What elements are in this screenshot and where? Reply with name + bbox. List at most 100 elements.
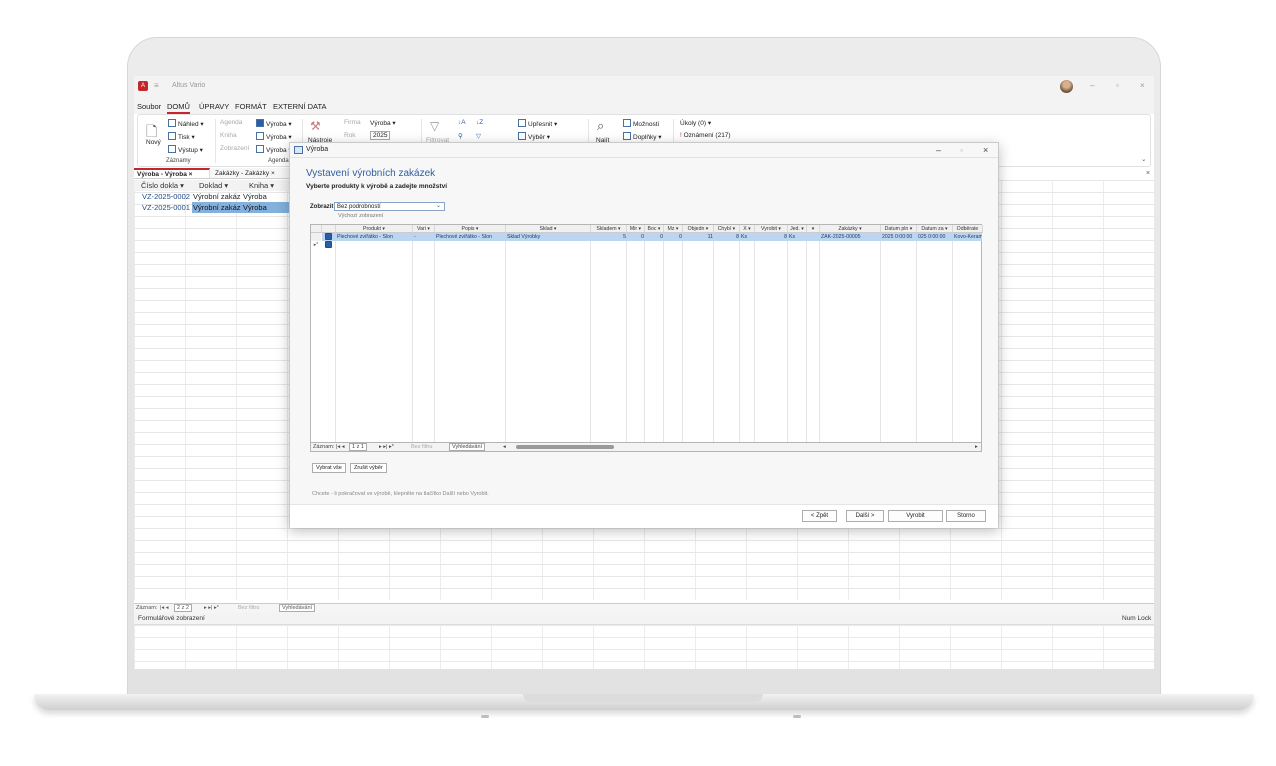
col-header-date-fulfil[interactable]: Datum pln ▾ [881, 225, 917, 233]
year-select[interactable]: 2025 [370, 131, 391, 140]
filter-toggle-icon[interactable]: ▽ [476, 132, 481, 140]
select-all-button[interactable]: Vybrat vše [312, 463, 346, 473]
doc-link[interactable]: VZ-2025-0001 [142, 203, 190, 212]
col-header-check[interactable] [322, 225, 336, 233]
tab-domu[interactable]: DOMŮ [167, 102, 190, 114]
scroll-right-icon[interactable]: ▸ [975, 444, 978, 450]
col-header-variant[interactable]: Vari ▾ [413, 225, 435, 233]
col-header-extra[interactable]: ▾ [807, 225, 820, 233]
table-cell: Výroba [243, 192, 267, 201]
close-all-icon[interactable]: × [1146, 170, 1150, 177]
table-cell: ZAK-2025-00005 [820, 233, 881, 241]
back-button[interactable]: < Zpět [802, 510, 837, 522]
agenda-select[interactable]: Výroba ▾ [256, 119, 292, 128]
clear-selection-button[interactable]: Zrušit výběr [350, 463, 387, 473]
col-header-customer[interactable]: Odběrate [953, 225, 983, 233]
col-header[interactable]: Doklad ▾ [192, 180, 242, 191]
maximize-button[interactable]: ▫ [1116, 81, 1119, 90]
new-row-checkbox[interactable] [325, 241, 332, 248]
no-filter-label[interactable]: Bez filtru [238, 605, 259, 611]
sort-desc-icon[interactable]: ↓Z [476, 119, 483, 126]
table-row[interactable]: VZ-2025-0002 Výrobní zakáz Výroba [134, 191, 294, 202]
close-button[interactable]: × [1140, 81, 1145, 90]
doc-link[interactable]: VZ-2025-0002 [142, 192, 190, 201]
laptop-notch [523, 694, 763, 702]
table-row[interactable]: VZ-2025-0001 Výrobní zakáz Výroba [134, 202, 294, 213]
print-button[interactable]: Tisk ▾ [168, 132, 195, 141]
col-header-product[interactable]: Produkt ▾ [336, 225, 413, 233]
produce-button[interactable]: Vyrobit [888, 510, 943, 522]
table-cell: Plechové zvířátko - Slon [435, 233, 506, 241]
nav-record-position[interactable]: 1 z 1 [349, 443, 367, 451]
filter-icon[interactable]: ▽ [430, 119, 439, 133]
book-select[interactable]: Výroba ▾ [256, 132, 292, 141]
nav-last-icon[interactable]: ▸ ▸| ▸* [379, 444, 394, 450]
col-header-description[interactable]: Popis ▾ [435, 225, 506, 233]
col-header-ordered[interactable]: Objedn ▾ [683, 225, 714, 233]
table-cell: Výroba [242, 202, 290, 213]
cancel-button[interactable]: Storno [946, 510, 986, 522]
nav-no-filter[interactable]: Bez filtru [411, 444, 432, 450]
row-checkbox[interactable] [325, 233, 332, 240]
minimize-button[interactable]: – [1090, 81, 1094, 90]
nav-last-icon[interactable]: ▸ ▸| ▸* [204, 605, 219, 611]
output-button[interactable]: Výstup ▾ [168, 145, 203, 154]
tab-soubor[interactable]: Soubor [137, 102, 161, 111]
show-select[interactable]: Bez podrobností ⌄ [334, 202, 445, 211]
selection-button[interactable]: Výběr ▾ [518, 132, 550, 141]
app-title: Altus Vario [172, 82, 206, 89]
filter-selection-icon[interactable]: ⚲ [458, 132, 463, 140]
new-button[interactable]: Nový [146, 139, 161, 146]
sort-asc-icon[interactable]: ↓A [458, 119, 466, 126]
tab-externi-data[interactable]: EXTERNÍ DATA [273, 102, 326, 111]
tab-vyroba[interactable]: Výroba - Výroba × [134, 168, 210, 178]
col-header-unit[interactable]: Jed. ▾ [788, 225, 807, 233]
col-header-warehouse[interactable]: Sklad ▾ [506, 225, 591, 233]
notifications-button[interactable]: ! Oznámení (217) [680, 132, 731, 139]
nav-search-box[interactable]: Vyhledávání [449, 443, 486, 451]
record-position[interactable]: 2 z 2 [174, 604, 192, 612]
col-header-boc[interactable]: Boc ▾ [645, 225, 664, 233]
selection-icon [518, 132, 526, 140]
quick-access-icon[interactable]: ≡ [154, 81, 159, 90]
col-header-min[interactable]: Mir ▾ [627, 225, 645, 233]
col-header-missing[interactable]: Chybí ▾ [714, 225, 740, 233]
user-avatar[interactable] [1060, 80, 1073, 93]
col-header-orders[interactable]: Zakázky ▾ [820, 225, 881, 233]
close-icon[interactable]: × [189, 171, 193, 178]
ribbon-collapse-icon[interactable]: ⌄ [1141, 155, 1146, 163]
scroll-left-icon[interactable]: ◂ [503, 444, 506, 450]
col-header-stock[interactable]: Skladem ▾ [591, 225, 627, 233]
col-header-date-order[interactable]: Datum za ▾ [917, 225, 953, 233]
horizontal-scrollbar-thumb[interactable] [516, 445, 614, 449]
next-button[interactable]: Další > [846, 510, 884, 522]
new-row-indicator[interactable]: ▸* [311, 241, 321, 249]
col-header-mz[interactable]: Mz ▾ [664, 225, 683, 233]
table-cell[interactable]: 8 [755, 233, 788, 241]
dialog-minimize-button[interactable]: – [936, 145, 941, 155]
tools-icon[interactable]: ⚒ [310, 119, 321, 133]
refine-button[interactable]: Upřesnit ▾ [518, 119, 557, 128]
addons-button[interactable]: Doplňky ▾ [623, 132, 662, 141]
col-header[interactable]: Kniha ▾ [242, 180, 290, 191]
tasks-button[interactable]: Úkoly (0) ▾ [680, 119, 711, 127]
view-select[interactable]: Výroba ▾ [256, 145, 292, 154]
col-header-produce[interactable]: Vyrobit ▾ [755, 225, 788, 233]
preview-button[interactable]: Náhled ▾ [168, 119, 204, 128]
nav-first-icon[interactable]: |◂ ◂ [160, 605, 168, 611]
tab-zakazky[interactable]: Zakázky - Zakázky × [212, 169, 294, 179]
tab-format[interactable]: FORMÁT [235, 102, 267, 111]
row-selector[interactable] [311, 233, 321, 241]
firm-select[interactable]: Výroba ▾ [370, 119, 396, 127]
options-button[interactable]: Možnosti [623, 119, 659, 128]
table-cell: 11 [683, 233, 714, 241]
search-icon[interactable]: ⌕ [597, 118, 604, 134]
dialog-maximize-button[interactable]: ▫ [960, 145, 963, 155]
close-icon[interactable]: × [271, 170, 275, 177]
col-header[interactable]: Číslo dokla ▾ [134, 180, 192, 191]
search-box[interactable]: Vyhledávání [279, 604, 316, 612]
dialog-close-button[interactable]: × [983, 145, 988, 155]
nav-first-icon[interactable]: |◂ ◂ [336, 444, 344, 450]
col-header-x[interactable]: X ▾ [740, 225, 755, 233]
tab-upravy[interactable]: ÚPRAVY [199, 102, 229, 111]
